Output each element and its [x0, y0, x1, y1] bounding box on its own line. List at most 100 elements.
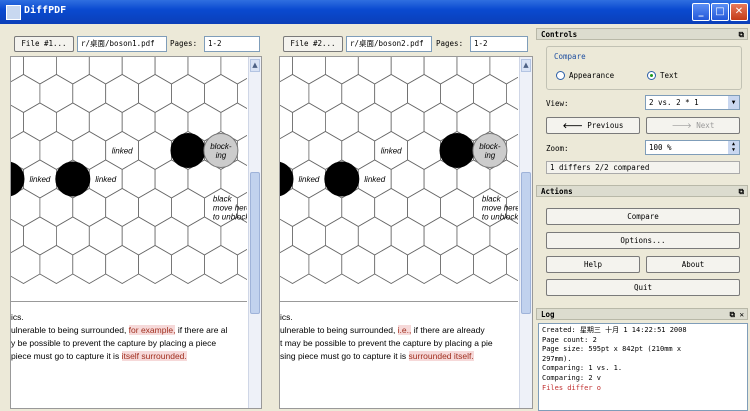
diff-highlight: i.e.,: [397, 325, 412, 335]
quit-button[interactable]: Quit: [546, 279, 740, 296]
diff-highlight: for example,: [128, 325, 176, 335]
right-scrollbar[interactable]: ▲: [519, 57, 532, 408]
previous-label: Previous: [587, 121, 624, 130]
divider: [280, 301, 518, 302]
board-label: black: [213, 195, 233, 204]
status-field: 1 differs 2/2 compared: [546, 161, 740, 174]
text-span: ulnerable to being surrounded,: [11, 325, 129, 335]
zoom-value: 100 %: [649, 143, 672, 152]
log-line: Comparing: 2 v: [542, 373, 602, 382]
compare-button[interactable]: Compare: [546, 208, 740, 225]
left-scrollbar[interactable]: ▲: [248, 57, 261, 408]
file1-path-field[interactable]: r/桌面/boson1.pdf: [77, 36, 167, 52]
board-label: ing: [485, 151, 496, 160]
scroll-up-icon[interactable]: ▲: [250, 59, 260, 72]
board-label: move here: [482, 204, 518, 213]
options-button[interactable]: Options...: [546, 232, 740, 249]
text-span: piece must go to capture it is: [11, 351, 122, 361]
float-icon[interactable]: ⧉: [739, 186, 744, 197]
view-label: View:: [546, 99, 569, 108]
log-view[interactable]: Created: 星期三 十月 1 14:22:51 2008 Page coun…: [538, 323, 748, 411]
zoom-spinbox[interactable]: 100 % ▲ ▼: [645, 140, 740, 155]
about-button[interactable]: About: [646, 256, 740, 273]
view-select[interactable]: 2 vs. 2 * 1 ▼: [645, 95, 740, 110]
black-stone: [55, 161, 91, 197]
text-line: t may be possible to prevent the capture…: [280, 337, 493, 349]
help-button[interactable]: Help: [546, 256, 640, 273]
hex-board-right: linked linked linked block-ing blackmove her…: [280, 57, 518, 284]
black-stone: [170, 133, 206, 168]
close-icon[interactable]: ✕: [739, 309, 744, 320]
next-label: Next: [696, 121, 715, 130]
board-label: to unblock: [482, 213, 518, 222]
diff-highlight: surrounded itself.: [408, 351, 474, 361]
file1-button[interactable]: File #1...: [14, 36, 74, 52]
radio-selected-dot: [650, 74, 653, 77]
text-span: ulnerable to being surrounded,: [280, 325, 398, 335]
board-label: black: [482, 195, 502, 204]
text-line: ics.: [280, 311, 293, 323]
log-line: 297mm).: [542, 354, 572, 363]
actions-header: Actions ⧉: [536, 185, 748, 197]
board-label: to unblock: [213, 213, 247, 222]
minimize-button[interactable]: _: [692, 3, 710, 21]
pages2-field[interactable]: 1-2: [470, 36, 528, 52]
file2-button[interactable]: File #2...: [283, 36, 343, 52]
board-label: linked: [112, 147, 133, 156]
close-button[interactable]: ✕: [730, 3, 748, 21]
text-label[interactable]: Text: [660, 71, 678, 80]
controls-header-label: Controls: [541, 30, 578, 39]
text-line: ulnerable to being surrounded, for examp…: [11, 324, 227, 336]
text-span: if there are already: [411, 325, 485, 335]
divider: [11, 301, 247, 302]
hex-board-left: linked linked linked block-ing blackmove her…: [11, 57, 247, 284]
text-radio[interactable]: [647, 71, 656, 80]
scrollbar-thumb[interactable]: [521, 172, 531, 314]
log-header-label: Log: [541, 310, 555, 319]
black-stone: [324, 161, 360, 197]
view-select-value: 2 vs. 2 * 1: [649, 98, 699, 107]
previous-button[interactable]: 🡐 Previous: [546, 117, 640, 134]
board-label: linked: [381, 147, 402, 156]
app-icon: [6, 5, 21, 20]
text-span: t may be possible to prevent the capture…: [280, 338, 493, 348]
maximize-button[interactable]: □: [711, 3, 729, 21]
scroll-up-icon[interactable]: ▲: [521, 59, 531, 72]
arrow-left-icon: 🡐: [562, 121, 588, 130]
chevron-down-icon[interactable]: ▼: [728, 96, 739, 109]
actions-header-label: Actions: [541, 187, 573, 196]
appearance-radio[interactable]: [556, 71, 565, 80]
text-span: ics.: [11, 312, 24, 322]
controls-header: Controls ⧉: [536, 28, 748, 40]
board-label: linked: [364, 175, 385, 184]
board-label: move here: [213, 204, 247, 213]
board-label: block-: [210, 142, 232, 151]
log-line: Files differ o: [542, 383, 602, 392]
log-line: Comparing: 1 vs. 1.: [542, 364, 623, 373]
diff-highlight: itself surrounded.: [121, 351, 187, 361]
next-button[interactable]: 🡒 Next: [646, 117, 740, 134]
right-page-view[interactable]: linked linked linked block-ing black move her…: [279, 56, 533, 409]
text-span: y be possible to prevent the capture by …: [11, 338, 217, 348]
scrollbar-thumb[interactable]: [250, 172, 260, 314]
text-span: sing piece must go to capture it is: [280, 351, 409, 361]
text-line: ulnerable to being surrounded, i.e., if …: [280, 324, 485, 336]
compare-group-label: Compare: [554, 52, 586, 61]
pages1-field[interactable]: 1-2: [204, 36, 260, 52]
file2-path-field[interactable]: r/桌面/boson2.pdf: [346, 36, 432, 52]
text-span: if there are al: [175, 325, 228, 335]
pages2-label: Pages:: [436, 39, 464, 48]
text-line: piece must go to capture it is itself su…: [11, 350, 187, 362]
text-span: ics.: [280, 312, 293, 322]
text-line: sing piece must go to capture it is surr…: [280, 350, 474, 362]
text-line: y be possible to prevent the capture by …: [11, 337, 216, 349]
float-icon[interactable]: ⧉: [739, 29, 744, 40]
appearance-label[interactable]: Appearance: [569, 71, 614, 80]
left-page-view[interactable]: linked linked linked block-ing black move her…: [10, 56, 262, 409]
float-icon[interactable]: ⧉: [730, 309, 735, 320]
board-label: linked: [95, 175, 116, 184]
log-header: Log ⧉ ✕: [536, 308, 748, 320]
log-line: Created: 星期三 十月 1 14:22:51 2008: [542, 326, 687, 334]
spin-arrows-icon[interactable]: ▲ ▼: [728, 141, 739, 154]
board-label: ing: [216, 151, 227, 160]
